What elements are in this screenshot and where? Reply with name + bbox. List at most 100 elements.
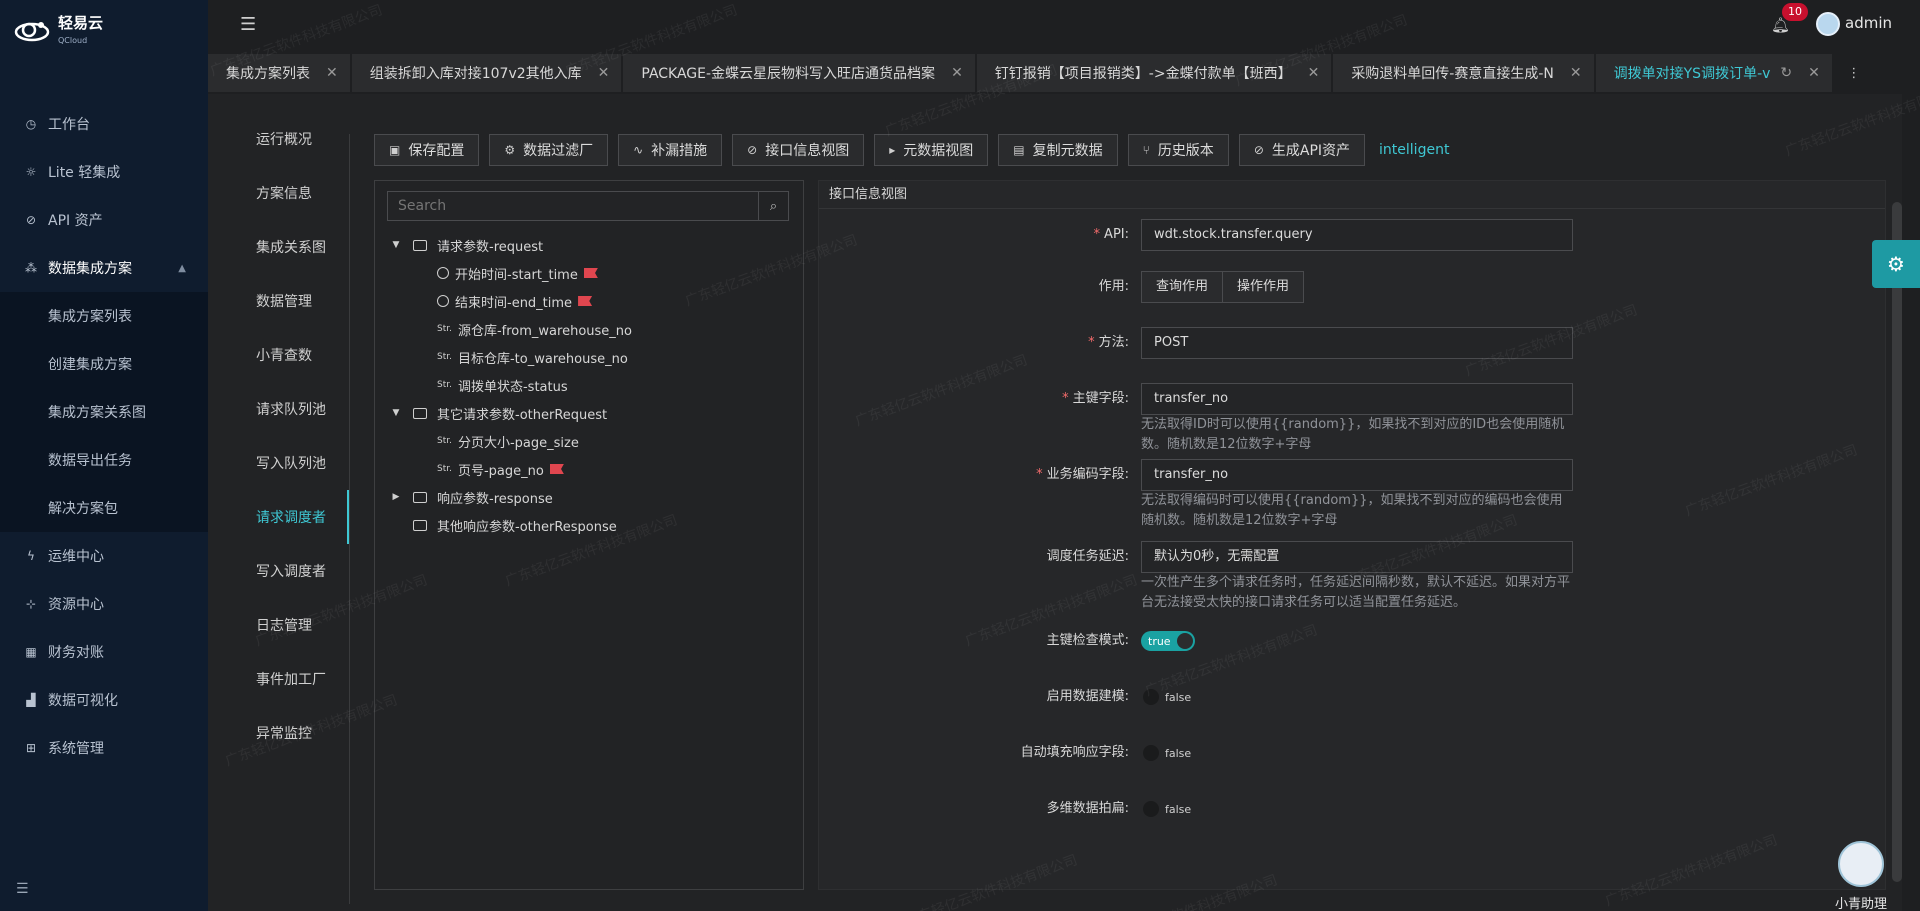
api-info-panel: 接口信息视图 * API: wdt.stock.transfer.query 作用… [818, 180, 1886, 890]
terminal-icon: ▸ [889, 143, 896, 157]
submenu-item[interactable]: 集成方案列表 [0, 292, 208, 340]
tree-node[interactable]: ▼ 请求参数-request [387, 231, 797, 259]
clock-icon [437, 295, 449, 307]
subnav-item[interactable]: 集成关系图 [208, 220, 350, 274]
subnav-item[interactable]: 事件加工厂 [208, 652, 350, 706]
assistant-widget[interactable]: 小青助理 [1824, 841, 1898, 911]
subnav-item[interactable]: 运行概况 [208, 112, 350, 166]
tree-node[interactable]: ▶ 响应参数-response [387, 483, 797, 511]
required-mark: * [1062, 391, 1069, 406]
menu-item-finance[interactable]: ▦ 财务对账 [0, 628, 208, 676]
trend-icon: ∿ [633, 143, 644, 157]
subnav-item[interactable]: 写入调度者 [208, 544, 350, 598]
menu-item-system[interactable]: ⊞ 系统管理 [0, 724, 208, 772]
close-icon[interactable]: ✕ [951, 65, 963, 81]
menu-item-api-assets[interactable]: ⊘ API 资产 [0, 196, 208, 244]
autofill-switch[interactable]: false [1141, 743, 1195, 763]
tree-node[interactable]: Str. 源仓库-from_warehouse_no [387, 315, 797, 343]
tree-node[interactable]: 其他响应参数-otherResponse [387, 511, 797, 539]
assistant-avatar [1838, 841, 1884, 887]
close-icon[interactable]: ✕ [326, 65, 338, 81]
data-filter-button[interactable]: ⚙ 数据过滤厂 [489, 134, 609, 166]
subnav-item[interactable]: 请求队列池 [208, 382, 350, 436]
biz-code-input[interactable]: transfer_no [1141, 459, 1573, 491]
close-icon[interactable]: ✕ [1308, 65, 1320, 81]
save-config-button[interactable]: ▣ 保存配置 [374, 134, 480, 166]
avatar[interactable] [1816, 12, 1840, 36]
tree-node[interactable]: Str. 目标仓库-to_warehouse_no [387, 343, 797, 371]
subnav-item[interactable]: 异常监控 [208, 706, 350, 760]
data-model-switch[interactable]: false [1141, 687, 1195, 707]
search-icon[interactable]: ⌕ [758, 192, 788, 220]
link-icon: ⊘ [747, 143, 758, 157]
tree-node[interactable]: 结束时间-end_time [387, 287, 797, 315]
tab-item[interactable]: 集成方案列表 ✕ [208, 54, 350, 92]
api-input[interactable]: wdt.stock.transfer.query [1141, 219, 1573, 251]
subnav-item[interactable]: 写入队列池 [208, 436, 350, 490]
copy-metadata-button[interactable]: ▤ 复制元数据 [998, 134, 1118, 166]
settings-gear-icon[interactable]: ⚙ [1872, 240, 1920, 288]
submenu-item[interactable]: 集成方案关系图 [0, 388, 208, 436]
flatten-switch[interactable]: false [1141, 799, 1195, 819]
intelligent-link[interactable]: intelligent [1379, 142, 1449, 158]
tab-item[interactable]: 钉钉报销【项目报销类】->金蝶付款单【班西】 ✕ [976, 54, 1332, 92]
history-button[interactable]: ⑂ 历史版本 [1127, 134, 1229, 166]
subnav-item-active[interactable]: 请求调度者 [208, 490, 350, 544]
operation-role-button[interactable]: 操作作用 [1223, 271, 1305, 303]
tree-node[interactable]: Str. 页号-page_no [387, 455, 797, 483]
tree-node[interactable]: Str. 调拨单状态-status [387, 371, 797, 399]
query-role-button[interactable]: 查询作用 [1141, 271, 1224, 303]
tab-item-active[interactable]: 调拨单对接YS调拨订单-v ↻ ✕ [1595, 54, 1832, 92]
subnav-item[interactable]: 数据管理 [208, 274, 350, 328]
more-icon[interactable]: ⋮ [1834, 53, 1874, 93]
refresh-icon[interactable]: ↻ [1780, 65, 1792, 81]
collapse-menu-icon[interactable]: ☰ [16, 881, 29, 897]
tree-node[interactable]: ▼ 其它请求参数-otherRequest [387, 399, 797, 427]
menu-item-ops[interactable]: ϟ 运维中心 [0, 532, 208, 580]
tab-item[interactable]: 组装拆卸入库对接107v2其他入库 ✕ [351, 54, 622, 92]
generate-api-button[interactable]: ⊘ 生成API资产 [1238, 134, 1366, 166]
switch-knob [1143, 801, 1159, 817]
caret-right-icon[interactable]: ▶ [387, 492, 405, 502]
delay-input[interactable]: 默认为0秒，无需配置 [1141, 541, 1573, 573]
search-input[interactable] [388, 192, 758, 220]
close-icon[interactable]: ✕ [1570, 65, 1582, 81]
submenu-item[interactable]: 数据导出任务 [0, 436, 208, 484]
field-label: * 方法: [869, 327, 1129, 359]
scrollbar[interactable] [1892, 202, 1902, 882]
method-input[interactable]: POST [1141, 327, 1573, 359]
subnav-item[interactable]: 方案信息 [208, 166, 350, 220]
menu-item-resources[interactable]: ⊹ 资源中心 [0, 580, 208, 628]
patch-button[interactable]: ∿ 补漏措施 [618, 134, 723, 166]
form-row-autofill: 自动填充响应字段: false [819, 737, 1579, 769]
close-icon[interactable]: ✕ [1808, 65, 1820, 81]
menu-item-integration[interactable]: ⁂ 数据集成方案 ▲ [0, 244, 208, 292]
switch-text: false [1165, 746, 1192, 760]
compass-icon: ⊘ [25, 213, 37, 227]
metadata-view-button[interactable]: ▸ 元数据视图 [874, 134, 989, 166]
required-mark: * [1093, 227, 1101, 242]
menu-label: 工作台 [48, 117, 90, 133]
caret-down-icon[interactable]: ▼ [387, 408, 405, 418]
branch-icon: ⑂ [1142, 143, 1150, 157]
menu-item-lite[interactable]: ☼ Lite 轻集成 [0, 148, 208, 196]
menu-item-workbench[interactable]: ◷ 工作台 [0, 100, 208, 148]
menu-toggle-icon[interactable]: ☰ [240, 14, 256, 35]
primary-key-input[interactable]: transfer_no [1141, 383, 1573, 415]
tab-item[interactable]: 采购退料单回传-赛意直接生成-N ✕ [1333, 54, 1594, 92]
label-text: 方法: [1098, 335, 1129, 350]
submenu-item[interactable]: 创建集成方案 [0, 340, 208, 388]
user-name[interactable]: admin [1845, 14, 1892, 32]
subnav-item[interactable]: 日志管理 [208, 598, 350, 652]
api-info-view-button[interactable]: ⊘ 接口信息视图 [732, 134, 865, 166]
caret-down-icon[interactable]: ▼ [387, 240, 405, 250]
brand-logo[interactable]: 轻易云 QCloud [14, 14, 194, 50]
tree-node[interactable]: 开始时间-start_time [387, 259, 797, 287]
submenu-item[interactable]: 解决方案包 [0, 484, 208, 532]
pk-check-switch[interactable]: true [1141, 631, 1195, 651]
tree-node[interactable]: Str. 分页大小-page_size [387, 427, 797, 455]
close-icon[interactable]: ✕ [598, 65, 610, 81]
subnav-item[interactable]: 小青查数 [208, 328, 350, 382]
tab-item[interactable]: PACKAGE-金蝶云星辰物料写入旺店通货品档案 ✕ [623, 54, 975, 92]
menu-item-dataviz[interactable]: ▟ 数据可视化 [0, 676, 208, 724]
